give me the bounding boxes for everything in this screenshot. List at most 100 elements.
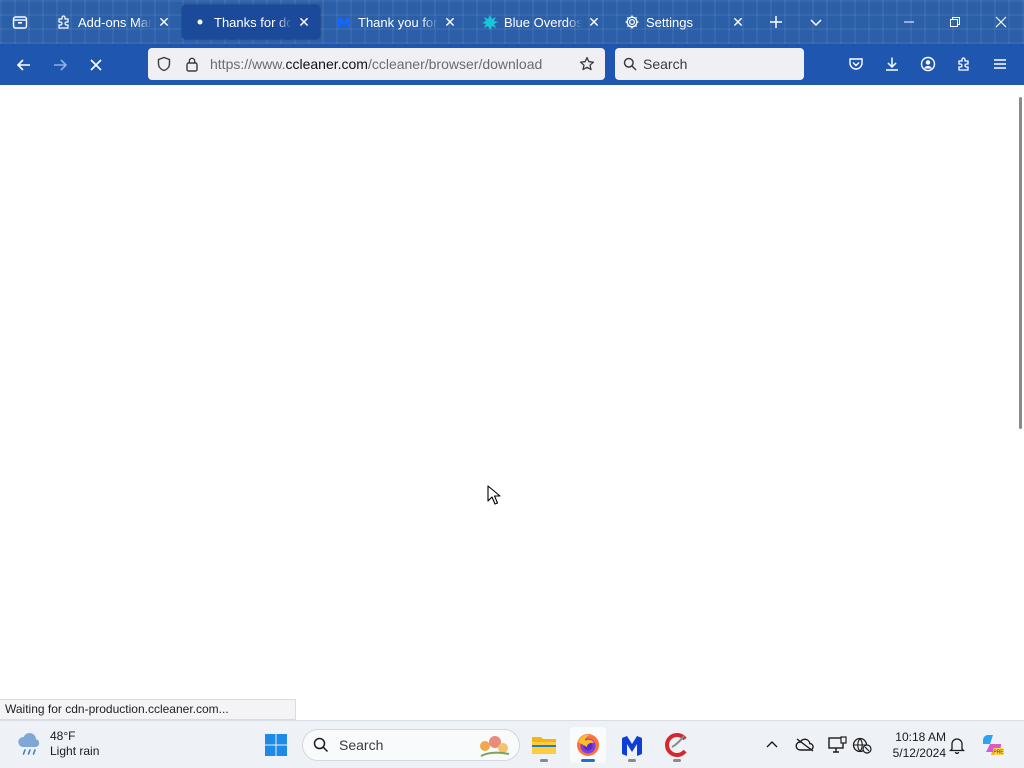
weather-temperature: 48°F (50, 729, 76, 743)
list-all-tabs-button[interactable] (796, 0, 836, 44)
app-menu-button[interactable] (982, 48, 1018, 80)
taskbar-search-box[interactable]: Search (302, 729, 520, 761)
search-input[interactable] (643, 56, 783, 72)
close-icon (995, 16, 1007, 28)
search-bar[interactable] (615, 48, 804, 80)
monitor-icon (828, 736, 847, 753)
start-button[interactable] (258, 727, 294, 763)
firefox-icon (577, 734, 599, 756)
url-text[interactable]: https://www.ccleaner.com/ccleaner/browse… (210, 56, 573, 72)
ccleaner-app[interactable] (659, 727, 695, 763)
pocket-icon (849, 58, 863, 70)
clock[interactable]: 10:18 AM 5/12/2024 (880, 729, 946, 761)
malwarebytes-icon (622, 736, 642, 756)
globe-no-internet-icon (852, 737, 872, 754)
new-tab-button[interactable] (756, 0, 796, 44)
tab-thank-you-for-downloading[interactable]: Thank you for downloading ✕ (326, 5, 466, 39)
back-arrow-icon (16, 58, 30, 71)
tab-title: Settings (646, 14, 693, 30)
tab-thanks-for-downloading[interactable]: Thanks for downloading ✕ (182, 5, 320, 39)
rain-cloud-icon (18, 732, 40, 755)
close-tab-icon[interactable]: ✕ (730, 14, 746, 30)
account-button[interactable] (910, 48, 946, 80)
page-content (0, 85, 1024, 720)
address-bar[interactable]: https://www.ccleaner.com/ccleaner/browse… (148, 48, 605, 80)
close-tab-icon[interactable]: ✕ (156, 14, 172, 30)
minimize-button[interactable] (886, 0, 932, 44)
puzzle-icon (56, 14, 72, 30)
hamburger-menu-icon (994, 59, 1006, 69)
plus-icon (770, 16, 782, 28)
windows-logo-icon (265, 734, 287, 756)
minimize-icon (904, 21, 914, 23)
restore-icon (950, 17, 960, 27)
url-prefix: https://www. (210, 56, 286, 72)
firefox-app[interactable] (570, 727, 606, 763)
cloud-offline-icon (795, 738, 814, 752)
back-button[interactable] (6, 49, 42, 81)
show-hidden-icons-button[interactable] (760, 733, 784, 757)
chevron-down-icon (810, 19, 822, 27)
url-host: ccleaner.com (285, 56, 368, 72)
navigation-toolbar: https://www.ccleaner.com/ccleaner/browse… (0, 44, 1024, 85)
status-panel: Waiting for cdn-production.ccleaner.com.… (0, 699, 296, 720)
tab-blue-overdose[interactable]: Blue Overdose ✕ (472, 5, 610, 39)
network-tray-icon[interactable] (850, 733, 874, 757)
tab-title: Thanks for downloading (214, 14, 292, 30)
windows-taskbar: 48°F Light rain Search 10:18 AM 5/12/202… (0, 720, 1024, 768)
notifications-button[interactable] (945, 733, 969, 757)
search-icon (313, 737, 329, 753)
chevron-up-icon (766, 741, 778, 748)
firefox-view-button[interactable] (0, 0, 40, 44)
toolbar-right-group (838, 48, 1018, 80)
forward-button[interactable] (42, 49, 78, 81)
bell-icon (949, 738, 965, 754)
forward-arrow-icon (54, 58, 68, 71)
weather-widget[interactable]: 48°F Light rain (16, 729, 99, 759)
tab-title: Thank you for downloading (358, 14, 438, 30)
close-tab-icon[interactable]: ✕ (296, 14, 312, 30)
gear-icon (624, 14, 640, 30)
downloads-button[interactable] (874, 48, 910, 80)
folder-icon (532, 737, 556, 754)
scrollbar-thumb[interactable] (1019, 97, 1022, 429)
file-explorer-app[interactable] (526, 727, 562, 763)
mouse-pointer-icon (487, 485, 501, 505)
copilot-icon: PRE (983, 735, 1004, 756)
loading-dot-icon (192, 14, 208, 30)
malwarebytes-app[interactable] (614, 727, 650, 763)
puzzle-icon (958, 57, 969, 71)
stop-loading-button[interactable] (78, 49, 114, 81)
lock-icon[interactable] (178, 48, 206, 80)
taskbar-search-label: Search (339, 737, 384, 753)
close-window-button[interactable] (978, 0, 1024, 44)
svg-text:PRE: PRE (993, 750, 1004, 756)
account-icon (920, 56, 936, 72)
onedrive-tray-icon[interactable] (793, 733, 817, 757)
url-path: /ccleaner/browser/download (367, 56, 543, 72)
ccleaner-icon (665, 733, 687, 757)
download-icon (886, 57, 898, 71)
tab-addons-manager[interactable]: Add-ons Manager ✕ (46, 5, 180, 39)
tab-title: Add-ons Manager (78, 14, 152, 30)
tracking-protection-shield-icon[interactable] (150, 48, 178, 80)
extensions-button[interactable] (946, 48, 982, 80)
bookmark-star-icon[interactable] (573, 48, 601, 80)
search-icon (623, 57, 637, 71)
tab-settings[interactable]: Settings ✕ (614, 5, 754, 39)
weather-description: Light rain (50, 744, 100, 758)
copilot-button[interactable]: PRE (978, 731, 1006, 759)
restore-button[interactable] (932, 0, 978, 44)
search-highlight-flowers-icon (480, 736, 510, 757)
close-tab-icon[interactable]: ✕ (586, 14, 602, 30)
clock-date: 5/12/2024 (892, 746, 946, 760)
close-tab-icon[interactable]: ✕ (442, 14, 458, 30)
clock-time: 10:18 AM (895, 730, 946, 744)
malwarebytes-icon (336, 14, 352, 30)
stop-icon (90, 58, 102, 71)
display-tray-icon[interactable] (825, 733, 849, 757)
pocket-button[interactable] (838, 48, 874, 80)
firefox-view-icon (12, 16, 28, 29)
blue-overdose-icon (482, 14, 498, 30)
tab-title: Blue Overdose (504, 14, 582, 30)
